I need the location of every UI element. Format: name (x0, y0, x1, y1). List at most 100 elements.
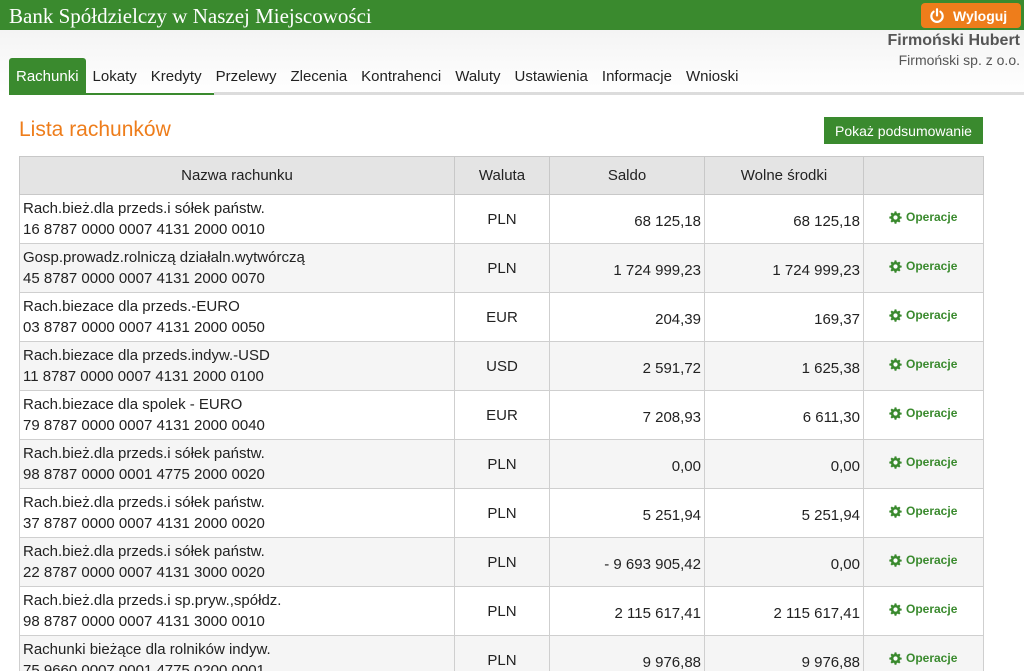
gear-icon (889, 456, 902, 469)
gear-icon (889, 603, 902, 616)
operations-label: Operacje (906, 406, 958, 421)
account-name: Rach.biezace dla spolek - EURO (23, 396, 243, 413)
actions-cell: Operacje (863, 635, 984, 671)
page-title: Lista rachunków (19, 118, 171, 141)
currency-cell: PLN (454, 537, 550, 587)
balance-cell: 68 125,18 (549, 194, 705, 244)
currency-cell: PLN (454, 439, 550, 489)
col-balance-header: Saldo (549, 156, 705, 195)
currency-cell: PLN (454, 194, 550, 244)
gear-icon (889, 309, 902, 322)
account-name-cell: Rach.bież.dla przeds.i sp.pryw.,spółdz. 9… (19, 586, 455, 636)
balance-cell: 2 591,72 (549, 341, 705, 391)
account-number: 98 8787 0000 0007 4131 3000 0010 (23, 613, 265, 630)
tab-wnioski[interactable]: Wnioski (679, 58, 746, 93)
operations-link[interactable]: Operacje (889, 651, 957, 665)
tab-rachunki[interactable]: Rachunki (9, 58, 86, 93)
bank-name: Bank Spółdzielczy w Naszej Miejscowości (9, 4, 372, 28)
operations-link[interactable]: Operacje (889, 553, 957, 567)
logout-label: Wyloguj (953, 7, 1008, 24)
operations-label: Operacje (906, 259, 958, 274)
actions-cell: Operacje (863, 586, 984, 636)
balance-cell: - 9 693 905,42 (549, 537, 705, 587)
available-funds-cell: 9 976,88 (704, 635, 864, 671)
table-row: Rach.bież.dla przeds.i sółek państw. 98 8… (19, 439, 984, 489)
currency-cell: PLN (454, 243, 550, 293)
available-funds-cell: 5 251,94 (704, 488, 864, 538)
operations-label: Operacje (906, 210, 958, 225)
accounts-table-body: Rach.bież.dla przeds.i sółek państw. 16 8… (19, 194, 984, 671)
tab-kredyty[interactable]: Kredyty (144, 58, 209, 93)
actions-cell: Operacje (863, 243, 984, 293)
show-summary-button[interactable]: Pokaż podsumowanie (824, 117, 983, 144)
tab-informacje[interactable]: Informacje (595, 58, 679, 93)
tab-kontrahenci[interactable]: Kontrahenci (354, 58, 448, 93)
operations-link[interactable]: Operacje (889, 455, 957, 469)
actions-cell: Operacje (863, 194, 984, 244)
operations-link[interactable]: Operacje (889, 308, 957, 322)
account-name: Rach.bież.dla przeds.i sółek państw. (23, 445, 265, 462)
account-name: Rachunki bieżące dla rolników indyw. (23, 641, 271, 658)
tab-ustawienia[interactable]: Ustawienia (508, 58, 595, 93)
logout-button[interactable]: Wyloguj (921, 3, 1021, 28)
operations-label: Operacje (906, 504, 958, 519)
account-name: Rach.bież.dla przeds.i sp.pryw.,spółdz. (23, 592, 282, 609)
currency-cell: PLN (454, 488, 550, 538)
balance-cell: 204,39 (549, 292, 705, 342)
available-funds-cell: 0,00 (704, 537, 864, 587)
account-name-cell: Rach.bież.dla przeds.i sółek państw. 16 8… (19, 194, 455, 244)
operations-link[interactable]: Operacje (889, 357, 957, 371)
operations-label: Operacje (906, 357, 958, 372)
account-number: 03 8787 0000 0007 4131 2000 0050 (23, 319, 265, 336)
tab-waluty[interactable]: Waluty (448, 58, 507, 93)
account-number: 16 8787 0000 0007 4131 2000 0010 (23, 221, 265, 238)
available-funds-cell: 2 115 617,41 (704, 586, 864, 636)
account-number: 37 8787 0000 0007 4131 2000 0020 (23, 515, 265, 532)
account-number: 98 8787 0000 0001 4775 2000 0020 (23, 466, 265, 483)
account-name-cell: Gosp.prowadz.rolniczą działaln.wytwórczą… (19, 243, 455, 293)
gear-icon (889, 554, 902, 567)
operations-link[interactable]: Operacje (889, 406, 957, 420)
balance-cell: 0,00 (549, 439, 705, 489)
account-number: 22 8787 0000 0007 4131 3000 0020 (23, 564, 265, 581)
col-actions-header (863, 156, 984, 195)
table-row: Rach.bież.dla przeds.i sółek państw. 16 8… (19, 194, 984, 244)
account-name-cell: Rach.bież.dla przeds.i sółek państw. 22 8… (19, 537, 455, 587)
actions-cell: Operacje (863, 439, 984, 489)
available-funds-cell: 169,37 (704, 292, 864, 342)
currency-cell: PLN (454, 635, 550, 671)
power-icon (930, 7, 944, 23)
available-funds-cell: 68 125,18 (704, 194, 864, 244)
currency-cell: EUR (454, 292, 550, 342)
available-funds-cell: 1 625,38 (704, 341, 864, 391)
tab-przelewy[interactable]: Przelewy (209, 58, 284, 93)
actions-cell: Operacje (863, 292, 984, 342)
balance-cell: 2 115 617,41 (549, 586, 705, 636)
currency-cell: EUR (454, 390, 550, 440)
gear-icon (889, 358, 902, 371)
operations-link[interactable]: Operacje (889, 504, 957, 518)
operations-link[interactable]: Operacje (889, 602, 957, 616)
table-header-row: Nazwa rachunku Waluta Saldo Wolne środki (19, 156, 984, 195)
table-row: Rachunki bieżące dla rolników indyw. 75 9… (19, 635, 984, 671)
table-row: Rach.bież.dla przeds.i sółek państw. 22 8… (19, 537, 984, 587)
balance-cell: 5 251,94 (549, 488, 705, 538)
operations-link[interactable]: Operacje (889, 210, 957, 224)
account-name-cell: Rach.bież.dla przeds.i sółek państw. 37 8… (19, 488, 455, 538)
account-name-cell: Rach.biezace dla przeds.-EURO 03 8787 000… (19, 292, 455, 342)
account-number: 45 8787 0000 0007 4131 2000 0070 (23, 270, 265, 287)
user-name: Firmoński Hubert (887, 32, 1020, 49)
accounts-table: Nazwa rachunku Waluta Saldo Wolne środki Ra… (19, 156, 984, 671)
account-name-cell: Rach.bież.dla przeds.i sółek państw. 98 8… (19, 439, 455, 489)
tab-zlecenia[interactable]: Zlecenia (283, 58, 354, 93)
col-available-funds-header: Wolne środki (704, 156, 864, 195)
operations-label: Operacje (906, 308, 958, 323)
col-account-name-header: Nazwa rachunku (19, 156, 455, 195)
gear-icon (889, 407, 902, 420)
operations-label: Operacje (906, 602, 958, 617)
operations-link[interactable]: Operacje (889, 259, 957, 273)
table-row: Rach.biezace dla przeds.-EURO 03 8787 000… (19, 292, 984, 342)
tab-lokaty[interactable]: Lokaty (86, 58, 144, 93)
account-name: Rach.bież.dla przeds.i sółek państw. (23, 200, 265, 217)
available-funds-cell: 1 724 999,23 (704, 243, 864, 293)
